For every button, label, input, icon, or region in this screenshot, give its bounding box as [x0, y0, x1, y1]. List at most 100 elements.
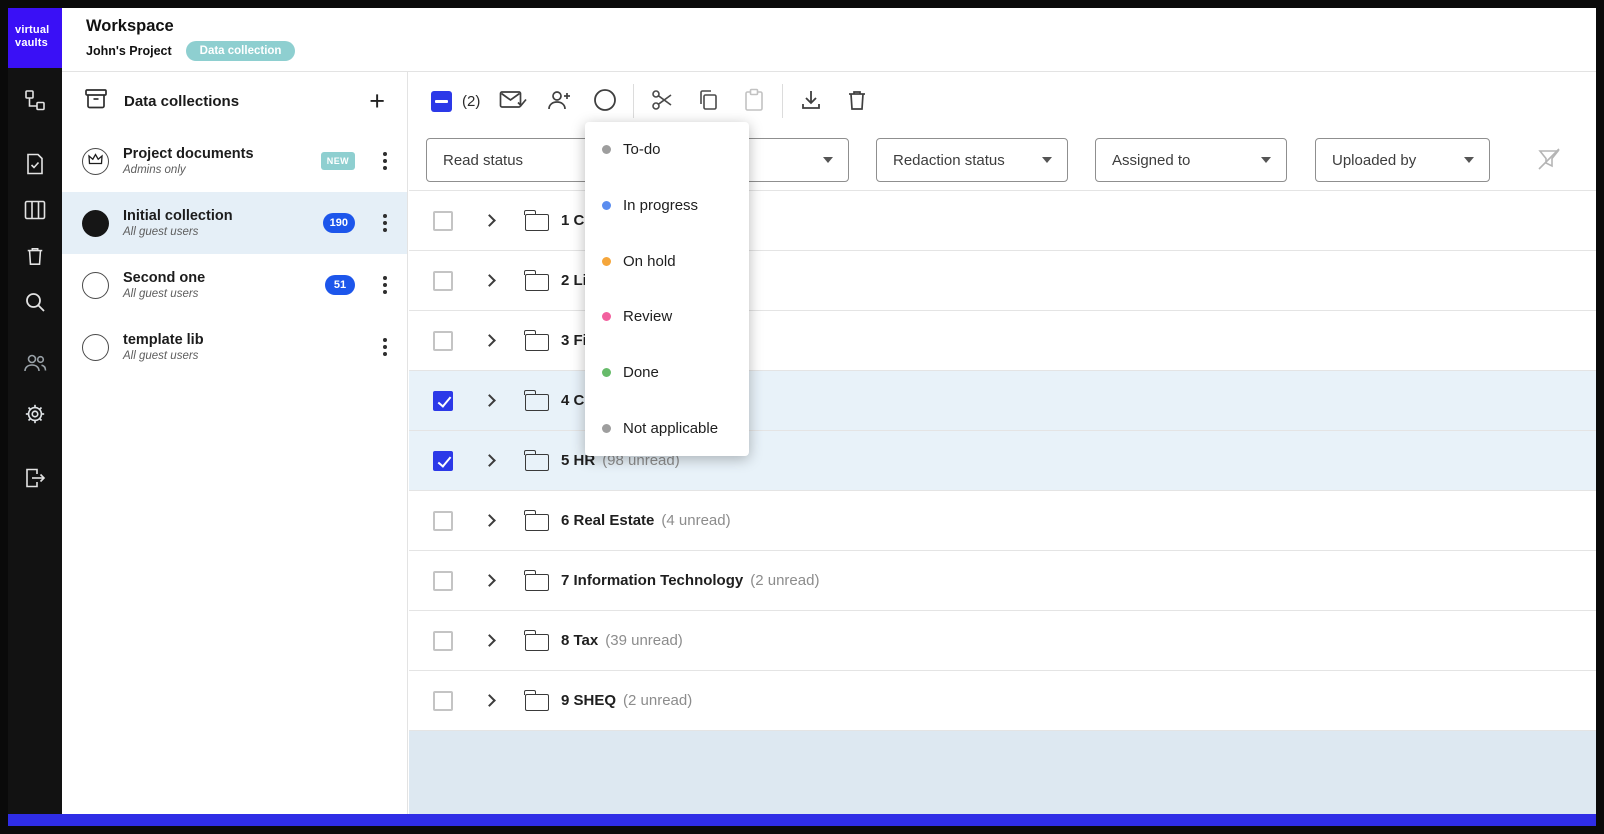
data-collection-badge: Data collection [185, 41, 296, 61]
trash-nav-button[interactable] [8, 234, 62, 280]
toolbar-divider [633, 84, 635, 118]
users-nav-button[interactable] [8, 341, 62, 387]
status-option-review[interactable]: Review [585, 289, 749, 345]
row-checkbox[interactable] [433, 510, 453, 531]
unread-count: (2 unread) [750, 572, 820, 589]
row-checkbox[interactable] [433, 630, 453, 651]
logo-line2: vaults [15, 36, 48, 49]
collection-name: Initial collection [123, 208, 233, 224]
gear-icon [24, 403, 46, 428]
status-dot [602, 312, 611, 322]
filter-assigned-to[interactable]: Assigned to [1095, 138, 1287, 182]
kebab-menu-icon[interactable] [375, 208, 395, 238]
assign-user-button[interactable] [536, 79, 582, 123]
collection-item-initial-collection[interactable]: Initial collection All guest users 190 [62, 192, 407, 254]
workspace-tree-button[interactable] [8, 78, 62, 124]
chevron-right-icon[interactable] [483, 514, 496, 527]
folder-row[interactable]: 9 SHEQ (2 unread) [409, 671, 1596, 731]
kebab-menu-icon[interactable] [375, 332, 395, 362]
collection-item-project-documents[interactable]: Project documents Admins only NEW [62, 130, 407, 192]
table-view-button[interactable] [8, 188, 62, 234]
set-status-button[interactable] [582, 79, 628, 123]
toolbar-divider [782, 84, 784, 118]
download-button[interactable] [788, 79, 834, 123]
cut-button[interactable] [639, 79, 685, 123]
chevron-right-icon[interactable] [483, 454, 496, 467]
chevron-right-icon[interactable] [483, 394, 496, 407]
export-nav-button[interactable] [8, 456, 62, 502]
folder-icon [524, 209, 549, 231]
row-checkbox[interactable] [433, 210, 453, 231]
collection-item-second-one[interactable]: Second one All guest users 51 [62, 254, 407, 316]
row-checkbox[interactable] [433, 690, 453, 711]
copy-icon [696, 88, 720, 115]
collection-name: Project documents [123, 146, 254, 162]
status-dropdown-menu: To-do In progress On hold Review Done No… [585, 122, 749, 456]
folder-icon [524, 689, 549, 711]
folder-row[interactable]: 6 Real Estate (4 unread) [409, 491, 1596, 551]
settings-nav-button[interactable] [8, 392, 62, 438]
status-dot [602, 145, 611, 155]
delete-button[interactable] [834, 79, 880, 123]
row-checkbox[interactable] [433, 270, 453, 291]
document-check-icon [25, 153, 45, 178]
add-collection-button[interactable]: + [369, 87, 385, 115]
chevron-down-icon [823, 157, 833, 163]
folder-row[interactable]: 8 Tax (39 unread) [409, 611, 1596, 671]
status-option-in-progress[interactable]: In progress [585, 178, 749, 234]
rail-icon-list [8, 68, 62, 502]
row-checkbox[interactable] [433, 390, 453, 411]
collection-avatar [82, 209, 109, 237]
collections-header: Data collections + [62, 72, 407, 130]
collection-name: Second one [123, 270, 206, 286]
new-badge: NEW [320, 152, 355, 170]
document-report-button[interactable] [8, 142, 62, 188]
scissors-icon [650, 88, 674, 115]
users-icon [23, 353, 47, 376]
kebab-menu-icon[interactable] [375, 270, 395, 300]
export-icon [24, 467, 46, 492]
envelope-check-icon [499, 88, 527, 115]
row-checkbox[interactable] [433, 450, 453, 471]
status-option-on-hold[interactable]: On hold [585, 233, 749, 289]
filter-uploaded-by[interactable]: Uploaded by [1315, 138, 1490, 182]
collection-avatar [82, 147, 109, 175]
chevron-right-icon[interactable] [483, 214, 496, 227]
folder-name: 7 Information Technology [561, 572, 744, 589]
collection-avatar [82, 333, 109, 361]
kebab-menu-icon[interactable] [375, 146, 395, 176]
collections-title: Data collections [124, 92, 240, 110]
chevron-right-icon[interactable] [483, 634, 496, 647]
chevron-right-icon[interactable] [483, 574, 496, 587]
folder-icon [524, 569, 549, 591]
paste-button[interactable] [731, 79, 777, 123]
mark-read-button[interactable] [490, 79, 536, 123]
status-dot [602, 256, 611, 266]
status-dot [602, 201, 611, 210]
select-all-checkbox[interactable] [431, 90, 452, 112]
document-count-badge: 51 [325, 275, 355, 295]
window-frame: virtual vaults Workspace John's Project … [0, 0, 1604, 834]
folder-row[interactable]: 7 Information Technology (2 unread) [409, 551, 1596, 611]
status-option-done[interactable]: Done [585, 345, 749, 401]
clear-filters-button[interactable] [1536, 146, 1562, 175]
footer-band [409, 731, 1596, 814]
project-line: John's Project Data collection [86, 41, 1596, 61]
status-option-not-applicable[interactable]: Not applicable [585, 400, 749, 456]
folder-icon [524, 509, 549, 531]
collection-item-template-lib[interactable]: template lib All guest users [62, 316, 407, 378]
chevron-right-icon[interactable] [483, 274, 496, 287]
status-option-todo[interactable]: To-do [585, 122, 749, 178]
crown-icon [88, 152, 103, 170]
row-checkbox[interactable] [433, 570, 453, 591]
page-title: Workspace [86, 17, 174, 35]
row-checkbox[interactable] [433, 330, 453, 351]
filter-redaction-status[interactable]: Redaction status [876, 138, 1068, 182]
document-count-badge: 190 [322, 213, 355, 233]
copy-button[interactable] [685, 79, 731, 123]
search-nav-button[interactable] [8, 280, 62, 326]
chevron-right-icon[interactable] [483, 334, 496, 347]
selection-count: (2) [462, 92, 481, 110]
unread-count: (39 unread) [605, 632, 683, 649]
chevron-right-icon[interactable] [483, 694, 496, 707]
